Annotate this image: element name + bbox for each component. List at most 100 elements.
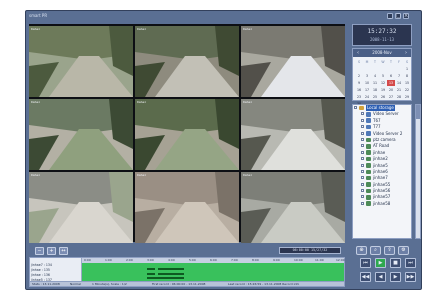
calendar-day[interactable]: 15 [403,80,411,86]
close-button[interactable]: × [403,13,409,19]
expand-icon[interactable] [361,131,364,135]
calendar-day[interactable]: 14 [395,80,403,86]
calendar: 2008-Nov ‹ › S M T W T F S 1 2 3 4 5 6 7 8 9 10 11 12 13 14 1… [352,48,412,106]
camera-tile[interactable]: Dahaz [135,172,239,243]
expand-icon[interactable] [361,118,364,122]
expand-icon[interactable] [361,195,364,199]
timeline-track[interactable] [82,263,344,283]
calendar-day[interactable]: 24 [363,94,371,100]
prev-month-icon[interactable]: ‹ [354,49,362,57]
server-icon [366,111,371,117]
status-first-record: First record : 06:00:00 - 13.11.2008 [152,282,206,286]
calendar-day[interactable]: 7 [395,73,403,79]
camera-icon [366,188,371,194]
camera-video-frame [135,26,239,97]
zoom-tool-button[interactable]: ⊕ [356,246,367,255]
calendar-day[interactable]: 23 [355,94,363,100]
prev-frame-icon: ⏮ [363,260,368,266]
expand-icon[interactable] [361,189,364,193]
camera-label: Dahaz [31,100,41,104]
camera-tile[interactable]: Dahaz [135,26,239,97]
scrollbar-thumb[interactable] [416,105,420,119]
calendar-day[interactable]: 19 [379,87,387,93]
camera-tile[interactable]: Dahaz [29,99,133,170]
calendar-day[interactable]: 5 [379,73,387,79]
timeline-fit-button[interactable]: ↔ [59,247,68,255]
camera-tile[interactable]: Dahaz [29,172,133,243]
app-window: smart PR _ □ × Dahaz Dahaz Dahaz Dahaz Dahaz… [25,10,422,290]
camera-icon [366,163,371,168]
camera-tile[interactable]: Dahaz [241,99,345,170]
timeline-zoom-in-button[interactable]: + [47,247,56,255]
calendar-day[interactable]: 28 [395,94,403,100]
expand-icon[interactable] [361,176,364,180]
storage-icon [359,105,364,111]
calendar-day[interactable]: 17 [363,87,371,93]
playback-controls: ⏮ ▶ ■ ⏭ ◀◀ ◀ ▶ ▶▶ [360,258,421,289]
calendar-day[interactable]: 1 [403,66,411,72]
calendar-day[interactable]: 6 [387,73,395,79]
calendar-day[interactable]: 3 [363,73,371,79]
expand-icon[interactable] [361,201,364,205]
expand-icon[interactable] [361,163,364,167]
calendar-day[interactable]: 10 [363,80,371,86]
prev-frame-button[interactable]: ⏮ [360,258,371,268]
camera-tile[interactable]: Dahaz [241,26,345,97]
calendar-weekday: M [365,60,369,64]
calendar-day[interactable]: 18 [371,87,379,93]
rewind-button[interactable]: ◀◀ [360,272,371,282]
stop-button[interactable]: ■ [390,258,401,268]
maximize-button[interactable]: □ [395,13,401,19]
calendar-day[interactable]: 8 [403,73,411,79]
expand-icon[interactable] [361,150,364,154]
expand-icon[interactable] [361,144,364,148]
camera-tile[interactable]: Dahaz [241,172,345,243]
calendar-day[interactable]: 4 [371,73,379,79]
play-button[interactable]: ▶ [375,258,386,268]
camera-label: Dahaz [243,27,253,31]
expand-icon[interactable] [361,182,364,186]
recording-block [147,273,155,275]
step-forward-button[interactable]: ▶ [390,272,401,282]
calendar-weekday: S [405,60,409,64]
minimize-button[interactable]: _ [387,13,393,19]
expand-icon[interactable] [361,125,364,129]
status-state: Stats : 13.11.2008 [32,282,60,286]
camera-tile[interactable]: Dahaz [135,99,239,170]
expand-icon[interactable] [361,157,364,161]
expand-icon[interactable] [361,112,364,116]
search-tool-button[interactable]: ⌕ [370,246,381,255]
status-mode: Normal [70,282,81,286]
camera-icon [366,143,371,149]
calendar-day[interactable]: 2 [355,73,363,79]
timeline-status-bar: Stats : 13.11.2008 Normal 1 Minute(s), S… [30,281,344,286]
calendar-day[interactable]: 26 [379,94,387,100]
expand-icon[interactable] [361,137,364,141]
calendar-day[interactable]: 20 [387,87,395,93]
expand-icon[interactable] [354,106,357,109]
calendar-day[interactable]: 9 [355,80,363,86]
expand-icon[interactable] [361,169,364,173]
calendar-day[interactable]: 25 [371,94,379,100]
camera-tile[interactable]: Dahaz [29,26,133,97]
calendar-weekday: T [390,60,392,64]
calendar-day[interactable]: 12 [379,80,387,86]
camera-video-frame [135,172,239,243]
calendar-day[interactable]: 22 [403,87,411,93]
calendar-day[interactable]: 29 [403,94,411,100]
calendar-day[interactable]: 27 [387,94,395,100]
fast-forward-button[interactable]: ▶▶ [405,272,416,282]
fast-forward-icon: ▶▶ [406,274,415,280]
timeline-zoom-out-button[interactable]: − [35,247,44,255]
export-tool-button[interactable]: ⇪ [384,246,395,255]
step-back-button[interactable]: ◀ [375,272,386,282]
next-month-icon[interactable]: › [402,49,410,57]
tree-scrollbar[interactable] [415,104,421,239]
next-frame-button[interactable]: ⏭ [405,258,416,268]
calendar-day[interactable]: 16 [355,87,363,93]
tree-item[interactable]: jinhae58 [353,201,411,207]
calendar-day[interactable]: 21 [395,87,403,93]
settings-tool-button[interactable]: ⚙ [398,246,409,255]
calendar-day[interactable]: 13 [387,80,395,86]
calendar-day[interactable]: 11 [371,80,379,86]
